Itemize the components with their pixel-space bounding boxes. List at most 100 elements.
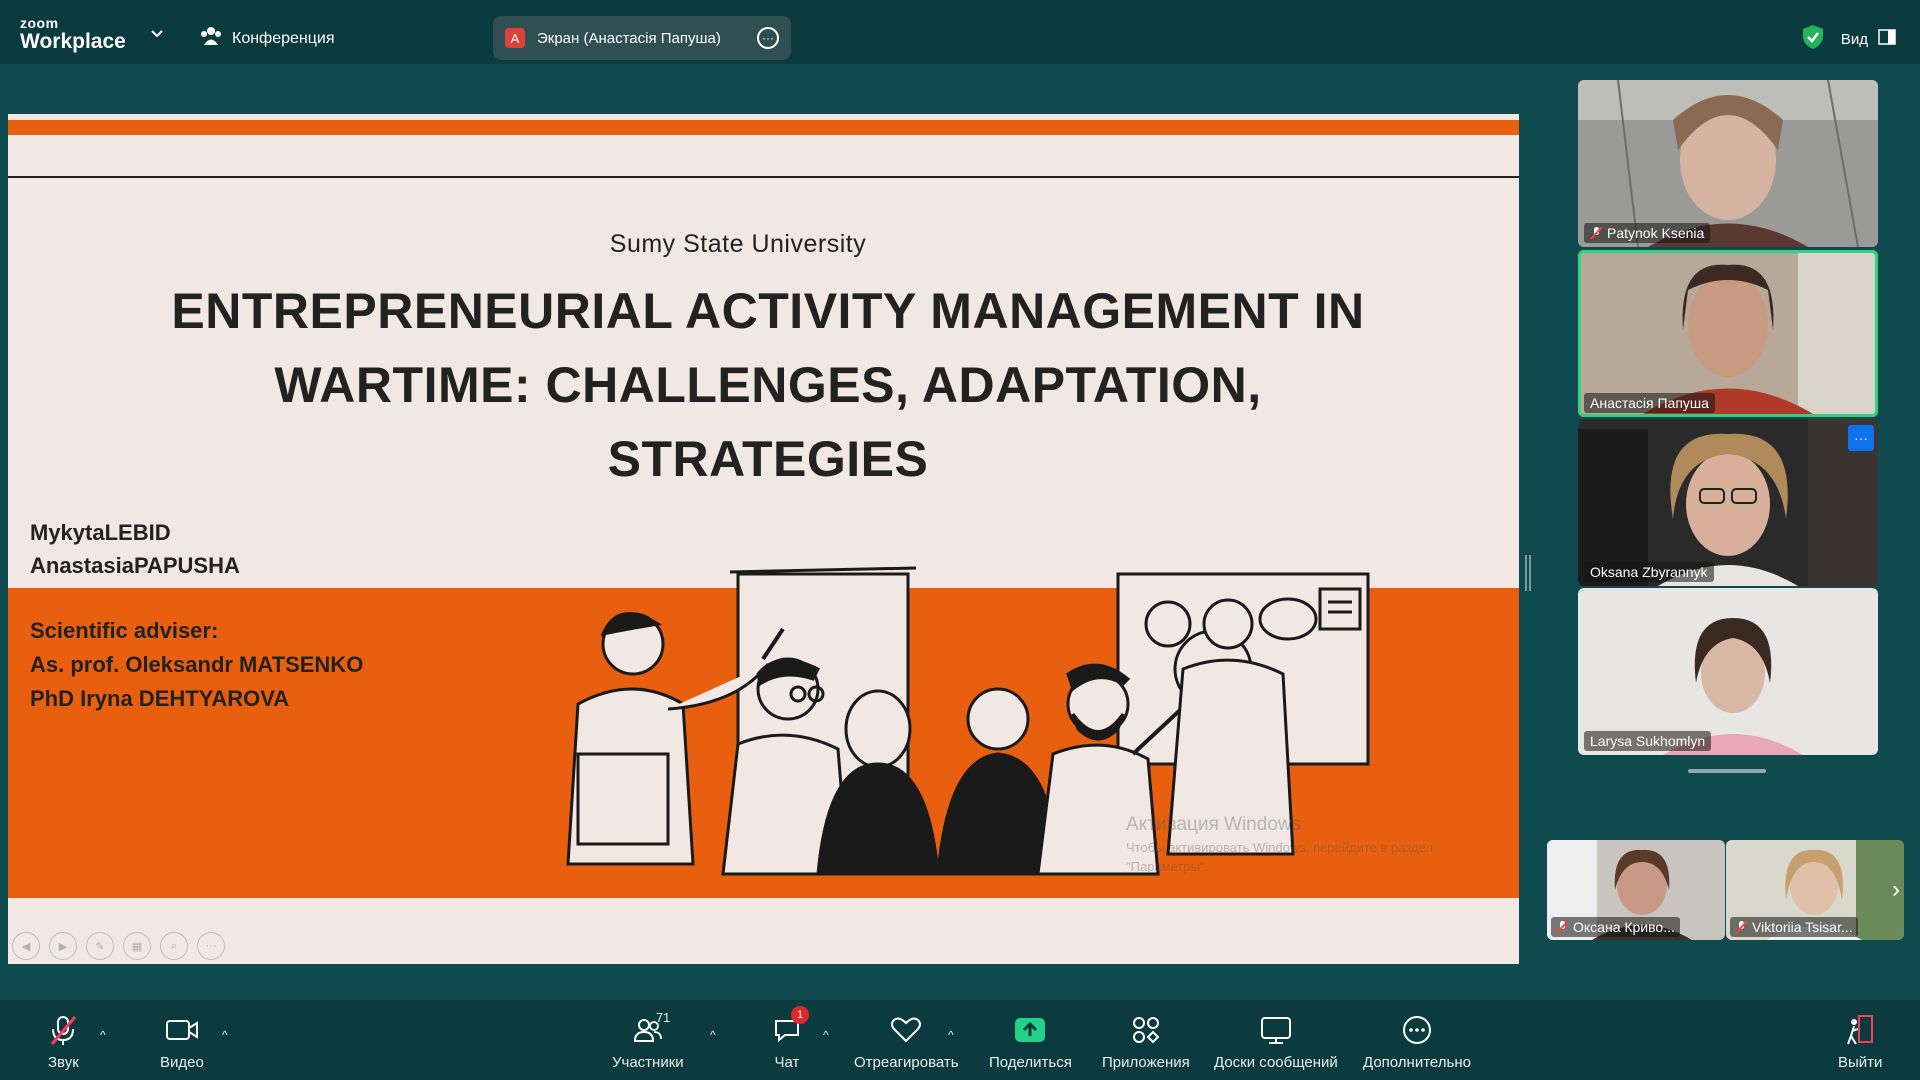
video-feed [1578, 80, 1878, 247]
slide-more-icon[interactable]: ··· [197, 932, 225, 960]
participant-name: Viktoriia Tsisar... [1752, 919, 1853, 935]
chat-options-caret-icon[interactable]: ^ [823, 1028, 829, 1042]
author-name: MykytaLEBID [30, 520, 171, 545]
muted-mic-icon [1556, 920, 1569, 934]
slide-zoom-icon[interactable]: ⌕ [160, 932, 188, 960]
slide-pen-icon[interactable]: ✎ [86, 932, 114, 960]
mic-muted-icon [51, 1016, 77, 1045]
shield-check-icon[interactable] [1801, 24, 1825, 54]
adviser-line: As. prof. Oleksandr MATSENKO [30, 652, 364, 677]
video-tile-small[interactable]: Viktoriia Tsisar... [1726, 840, 1904, 940]
participant-name: Larysa Sukhomlyn [1590, 733, 1706, 749]
meeting-label: Конференция [232, 29, 335, 47]
audio-button[interactable]: Звук [48, 1012, 79, 1071]
more-button[interactable]: Дополнительно [1363, 1012, 1471, 1071]
screen-share-indicator[interactable]: A Экран (Анастасія Папуша) ··· [493, 16, 791, 60]
participant-name: Patynok Ksenia [1607, 225, 1705, 241]
panel-resize-handle[interactable] [1525, 555, 1531, 591]
people-icon [200, 26, 222, 51]
video-button[interactable]: Видео [160, 1012, 204, 1071]
apps-button[interactable]: Приложения [1102, 1012, 1190, 1071]
whiteboards-button[interactable]: Доски сообщений [1214, 1012, 1338, 1071]
participant-name: Оксана Криво... [1573, 919, 1675, 935]
watermark-subtitle-2: "Параметры". [1126, 859, 1209, 874]
participant-name-tag: Анастасія Папуша [1584, 393, 1715, 413]
video-tile[interactable]: Larysa Sukhomlyn [1578, 588, 1878, 755]
participant-name: Анастасія Папуша [1590, 395, 1709, 411]
video-feed [1578, 250, 1878, 417]
meeting-info-button[interactable]: Конференция [200, 26, 335, 51]
slide-title-line: STRATEGIES [607, 431, 929, 487]
view-label: Вид [1840, 30, 1868, 48]
heart-icon [891, 1017, 922, 1043]
logo-big-text: Workplace [20, 30, 126, 53]
gallery-scroll-indicator[interactable] [1688, 769, 1766, 773]
windows-activation-watermark: Активация Windows Чтобы активировать Win… [1126, 814, 1433, 874]
more-icon [1402, 1016, 1431, 1044]
chat-label: Чат [774, 1054, 800, 1071]
more-label: Дополнительно [1363, 1054, 1471, 1071]
whiteboards-label: Доски сообщений [1214, 1054, 1338, 1071]
chevron-down-icon[interactable] [150, 26, 164, 44]
chat-button[interactable]: 1 Чат [773, 1006, 809, 1071]
participant-name-tag: Оксана Криво... [1551, 917, 1680, 937]
leave-button[interactable]: Выйти [1838, 1012, 1882, 1071]
apps-label: Приложения [1102, 1054, 1190, 1071]
adviser-line: Scientific adviser: [30, 618, 219, 643]
react-options-caret-icon[interactable]: ^ [948, 1028, 954, 1042]
video-options-caret-icon[interactable]: ^ [222, 1028, 228, 1042]
slide-controls: ◀ ▶ ✎ ▦ ⌕ ··· [12, 932, 225, 960]
share-label: Поделиться [989, 1054, 1072, 1071]
audio-options-caret-icon[interactable]: ^ [100, 1028, 106, 1042]
watermark-title: Активация Windows [1126, 814, 1302, 835]
slide-next-icon[interactable]: ▶ [49, 932, 77, 960]
slide-grid-icon[interactable]: ▦ [123, 932, 151, 960]
chevron-right-icon[interactable]: › [1892, 876, 1900, 904]
participants-options-caret-icon[interactable]: ^ [710, 1028, 716, 1042]
slide-university: Sumy State University [609, 230, 867, 258]
top-bar: zoom Workplace Конференция A Экран (Анас… [0, 0, 1920, 64]
sharer-avatar-badge: A [505, 28, 525, 48]
slide-advisers: Scientific adviser: As. prof. Oleksandr … [30, 614, 363, 716]
video-tile-active-speaker[interactable]: Анастасія Папуша [1578, 250, 1878, 417]
participants-button[interactable]: 71 Участники [612, 1010, 684, 1071]
camera-icon [165, 1020, 198, 1040]
share-button[interactable]: Поделиться [989, 1012, 1072, 1071]
video-tile-small[interactable]: Оксана Криво... [1547, 840, 1725, 940]
muted-mic-icon [1735, 920, 1748, 934]
slide-authors: MykytaLEBID AnastasiaPAPUSHA [30, 516, 240, 582]
participant-name-tag: Larysa Sukhomlyn [1584, 731, 1712, 751]
shared-slide: Sumy State University ENTREPRENEURIAL AC… [8, 114, 1519, 964]
zoom-logo: zoom Workplace [20, 16, 126, 52]
slide-title: ENTREPRENEURIAL ACTIVITY MANAGEMENT IN W… [68, 274, 1468, 496]
participant-name-tag: Viktoriia Tsisar... [1730, 917, 1858, 937]
participants-count: 71 [655, 1010, 671, 1025]
slide-top-orange-bar [8, 120, 1519, 135]
slide-divider-line [8, 176, 1519, 178]
whiteboard-icon [1260, 1017, 1291, 1044]
participant-name: Oksana Zbyrannyk [1590, 564, 1708, 580]
view-button[interactable]: Вид [1841, 29, 1896, 49]
meeting-toolbar: Звук ^ Видео ^ 71 Участники ^ 1 Чат ^ От… [0, 1000, 1920, 1080]
more-options-icon[interactable]: ··· [757, 27, 779, 49]
participant-name-tag: Patynok Ksenia [1584, 223, 1711, 243]
chat-unread-badge: 1 [791, 1006, 809, 1024]
participant-name-tag: Oksana Zbyrannyk [1584, 562, 1714, 582]
react-label: Отреагировать [854, 1054, 959, 1071]
slide-title-line: ENTREPRENEURIAL ACTIVITY MANAGEMENT IN [171, 283, 1365, 339]
video-tile[interactable]: ··· Oksana Zbyrannyk [1578, 419, 1878, 586]
share-screen-icon [1015, 1018, 1046, 1042]
muted-mic-icon [1590, 226, 1603, 240]
layout-icon [1878, 29, 1896, 49]
video-tile[interactable]: Patynok Ksenia [1578, 80, 1878, 247]
leave-label: Выйти [1838, 1054, 1883, 1071]
leave-icon [1847, 1015, 1874, 1045]
author-name: AnastasiaPAPUSHA [30, 553, 240, 578]
slide-prev-icon[interactable]: ◀ [12, 932, 40, 960]
video-feed [1578, 419, 1878, 586]
participant-more-icon[interactable]: ··· [1848, 425, 1874, 451]
slide-title-line: WARTIME: CHALLENGES, ADAPTATION, [274, 357, 1262, 413]
apps-icon [1132, 1017, 1160, 1044]
participants-label: Участники [612, 1054, 684, 1071]
react-button[interactable]: Отреагировать [854, 1012, 959, 1071]
